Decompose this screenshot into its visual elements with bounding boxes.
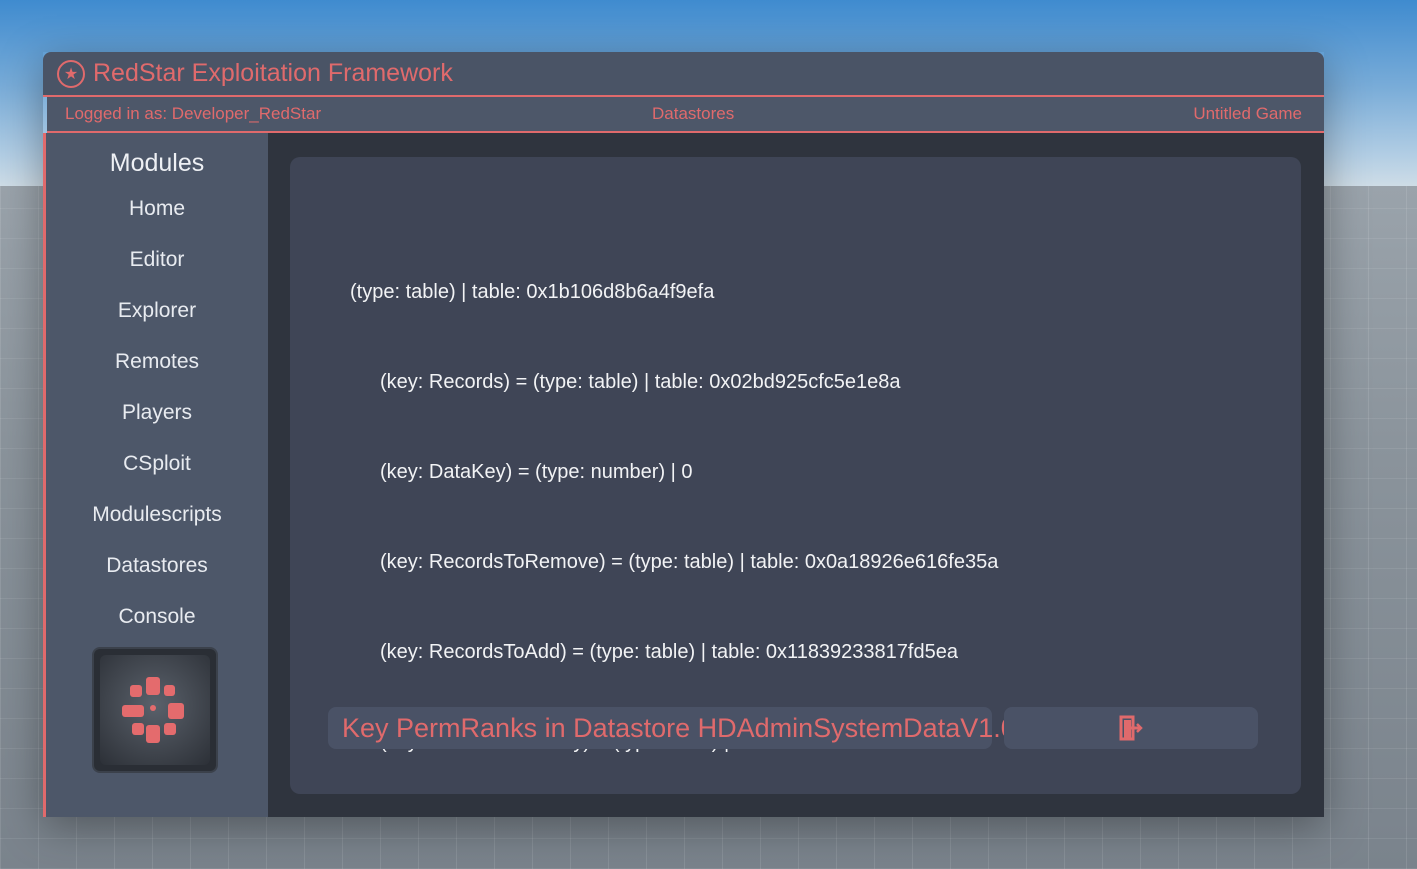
output-line: (key: DataKey) = (type: number) | 0 <box>380 461 693 483</box>
key-label-text: Key PermRanks in Datastore HDAdminSystem… <box>342 712 1016 743</box>
current-section-label: Datastores <box>652 104 735 123</box>
sidebar-item-datastores[interactable]: Datastores <box>46 554 268 578</box>
sidebar-item-modulescripts[interactable]: Modulescripts <box>46 503 268 527</box>
exit-button[interactable] <box>1004 707 1258 749</box>
sidebar-item-players[interactable]: Players <box>46 401 268 425</box>
output-line: (key: RecordsToRemove) = (type: table) |… <box>380 551 999 573</box>
modules-sidebar: Modules Home Editor Explorer Remotes Pla… <box>43 133 268 817</box>
star-circle-icon: ★ <box>57 59 85 88</box>
avatar <box>92 647 218 773</box>
logged-in-label: Logged in as: Developer_RedStar <box>65 104 322 123</box>
datastore-panel: (type: table) | table: 0x1b106d8b6a4f9ef… <box>290 157 1301 794</box>
framework-window: ★ RedStar Exploitation Framework Logged … <box>43 52 1324 817</box>
sidebar-item-explorer[interactable]: Explorer <box>46 299 268 323</box>
sidebar-item-csploit[interactable]: CSploit <box>46 452 268 476</box>
game-name-label: Untitled Game <box>1193 104 1302 123</box>
avatar-image <box>100 655 210 765</box>
datastore-key-label: Key PermRanks in Datastore HDAdminSystem… <box>328 707 1016 749</box>
sidebar-item-home[interactable]: Home <box>46 197 268 221</box>
sidebar-item-remotes[interactable]: Remotes <box>46 350 268 374</box>
info-bar: Logged in as: Developer_RedStar Datastor… <box>47 97 1324 133</box>
output-line: (key: Records) = (type: table) | table: … <box>380 371 901 393</box>
output-line: (type: table) | table: 0x1b106d8b6a4f9ef… <box>350 281 715 303</box>
main-area: (type: table) | table: 0x1b106d8b6a4f9ef… <box>268 133 1324 817</box>
title-bar[interactable]: ★ RedStar Exploitation Framework <box>43 52 1324 97</box>
output-line: (key: RecordsToAdd) = (type: table) | ta… <box>380 641 958 663</box>
sidebar-item-editor[interactable]: Editor <box>46 248 268 272</box>
sidebar-item-console[interactable]: Console <box>46 605 268 629</box>
modules-heading: Modules <box>109 149 205 177</box>
window-title: RedStar Exploitation Framework <box>93 59 453 87</box>
exit-door-icon <box>1119 715 1143 741</box>
